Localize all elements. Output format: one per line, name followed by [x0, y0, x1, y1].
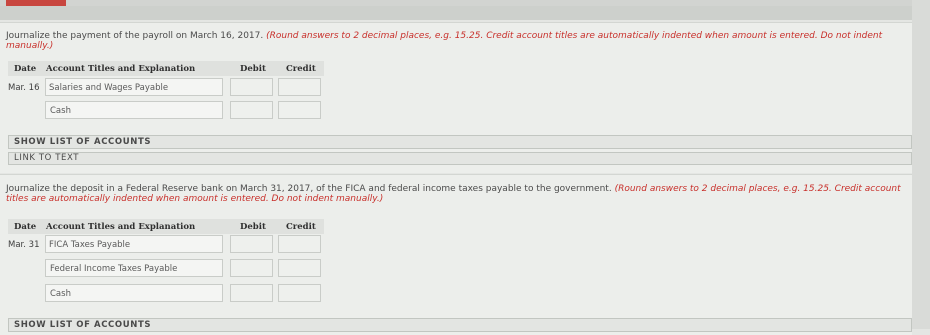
journal-header: Date Account Titles and Explanation Debi… — [8, 61, 324, 76]
question-1-panel: Journalize the payment of the payroll on… — [0, 22, 912, 173]
question-1-prompt: Journalize the payment of the payroll on… — [6, 31, 906, 51]
debit-input[interactable] — [230, 259, 273, 277]
show-list-of-accounts-button[interactable]: SHOW LIST OF ACCOUNTS — [8, 318, 912, 332]
account-title-input[interactable]: Federal Income Taxes Payable — [45, 259, 223, 277]
header-date: Date — [14, 222, 37, 232]
header-debit: Debit — [240, 64, 266, 74]
credit-input[interactable] — [278, 259, 321, 277]
question-1-text: Journalize the payment of the payroll on… — [6, 31, 264, 41]
header-account: Account Titles and Explanation — [46, 222, 196, 232]
link-to-text-button[interactable]: LINK TO TEXT — [8, 152, 912, 165]
row-date: Mar. 16 — [8, 83, 40, 93]
question-2-text: Journalize the deposit in a Federal Rese… — [6, 184, 612, 194]
header-account: Account Titles and Explanation — [46, 64, 196, 74]
credit-input[interactable] — [278, 284, 321, 302]
top-strip — [0, 0, 930, 20]
header-debit: Debit — [240, 222, 266, 232]
question-2-panel: Journalize the deposit in a Federal Rese… — [0, 174, 912, 335]
debit-input[interactable] — [230, 284, 273, 302]
account-title-input[interactable]: Cash — [45, 101, 223, 119]
account-title-input[interactable]: FICA Taxes Payable — [45, 235, 223, 253]
account-title-input[interactable]: Salaries and Wages Payable — [45, 78, 223, 96]
credit-input[interactable] — [278, 101, 321, 119]
account-title-input[interactable]: Cash — [45, 284, 223, 302]
debit-input[interactable] — [230, 78, 273, 96]
show-list-of-accounts-button[interactable]: SHOW LIST OF ACCOUNTS — [8, 135, 912, 149]
debit-input[interactable] — [230, 101, 273, 119]
top-band — [0, 6, 930, 20]
header-credit: Credit — [286, 222, 316, 232]
credit-input[interactable] — [278, 235, 321, 253]
right-scroll-edge[interactable] — [912, 0, 930, 329]
header-date: Date — [14, 64, 37, 74]
question-2-prompt: Journalize the deposit in a Federal Rese… — [6, 184, 906, 204]
credit-input[interactable] — [278, 78, 321, 96]
journal-header: Date Account Titles and Explanation Debi… — [8, 219, 324, 234]
header-credit: Credit — [286, 64, 316, 74]
debit-input[interactable] — [230, 235, 273, 253]
row-date: Mar. 31 — [8, 240, 40, 250]
